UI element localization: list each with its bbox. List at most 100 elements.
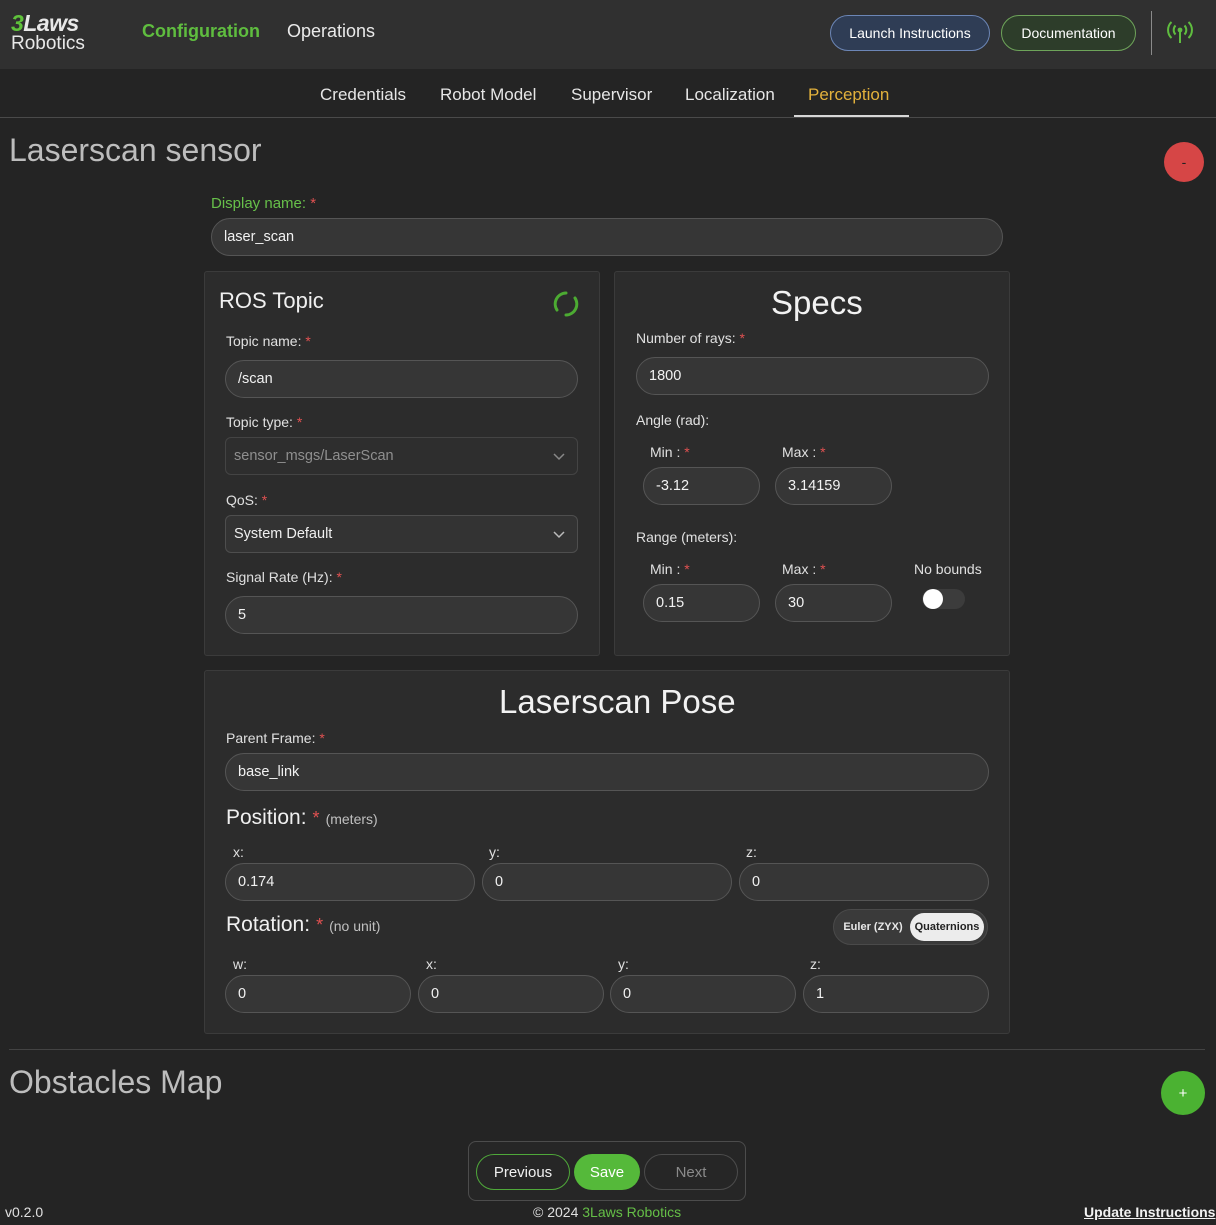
chevron-down-icon <box>553 531 565 539</box>
no-bounds-label: No bounds <box>914 561 982 577</box>
topic-type-value: sensor_msgs/LaserScan <box>234 448 394 464</box>
rotation-heading: Rotation: * (no unit) <box>226 913 380 937</box>
nav-configuration[interactable]: Configuration <box>142 21 260 42</box>
documentation-button[interactable]: Documentation <box>1001 15 1136 51</box>
antenna-signal-icon[interactable] <box>1167 19 1193 45</box>
remove-sensor-button[interactable]: - <box>1164 142 1204 182</box>
range-min-label-text: Min : <box>650 561 681 577</box>
topic-name-label-text: Topic name: <box>226 333 302 349</box>
tab-localization[interactable]: Localization <box>685 85 775 105</box>
required-mark: * <box>820 444 826 460</box>
required-mark: * <box>820 561 826 577</box>
qos-select[interactable]: System Default <box>225 515 578 553</box>
topic-type-label: Topic type: * <box>226 414 302 430</box>
copyright-text: © 2024 <box>533 1204 579 1220</box>
qos-value: System Default <box>234 526 333 542</box>
rotation-label: Rotation: <box>226 913 311 936</box>
launch-instructions-button[interactable]: Launch Instructions <box>830 15 990 51</box>
required-mark: * <box>316 915 324 935</box>
rotation-w-label: w: <box>233 956 247 972</box>
laserscan-section-title: Laserscan sensor <box>9 132 262 168</box>
tab-credentials[interactable]: Credentials <box>320 85 406 105</box>
range-label: Range (meters): <box>636 529 738 545</box>
parent-frame-label: Parent Frame: * <box>226 730 325 746</box>
required-mark: * <box>312 808 320 828</box>
display-name-label: Display name: * <box>211 195 316 212</box>
copyright: © 2024 3Laws Robotics <box>533 1204 681 1220</box>
refresh-icon[interactable] <box>553 291 579 317</box>
qos-label-text: QoS: <box>226 492 258 508</box>
position-z-input[interactable]: 0 <box>739 863 989 901</box>
brand-link[interactable]: 3Laws Robotics <box>582 1204 681 1220</box>
position-x-label: x: <box>233 844 244 860</box>
parent-frame-input[interactable]: base_link <box>225 753 989 791</box>
position-y-label: y: <box>489 844 500 860</box>
euler-option[interactable]: Euler (ZYX) <box>840 913 906 941</box>
update-instructions-link[interactable]: Update Instructions <box>1084 1204 1215 1220</box>
toggle-knob[interactable] <box>923 589 943 609</box>
required-mark: * <box>684 561 690 577</box>
tab-perception[interactable]: Perception <box>808 85 889 105</box>
tab-supervisor[interactable]: Supervisor <box>571 85 652 105</box>
nav-operations[interactable]: Operations <box>287 21 375 42</box>
display-name-label-text: Display name: <box>211 195 307 212</box>
required-mark: * <box>305 333 311 349</box>
display-name-input[interactable]: laser_scan <box>211 218 1003 256</box>
rotation-x-input[interactable]: 0 <box>418 975 604 1013</box>
required-mark: * <box>336 569 342 585</box>
version-text: v0.2.0 <box>5 1204 44 1220</box>
qos-label: QoS: * <box>226 492 267 508</box>
section-divider <box>9 1049 1205 1050</box>
angle-max-input[interactable]: 3.14159 <box>775 467 892 505</box>
topic-name-input[interactable]: /scan <box>225 360 578 398</box>
signal-rate-input[interactable]: 5 <box>225 596 578 634</box>
specs-title: Specs <box>771 284 863 321</box>
rays-label: Number of rays: * <box>636 330 745 346</box>
tab-robot-model[interactable]: Robot Model <box>440 85 536 105</box>
topic-type-select[interactable]: sensor_msgs/LaserScan <box>225 437 578 475</box>
angle-min-label: Min : * <box>650 444 690 460</box>
position-y-input[interactable]: 0 <box>482 863 732 901</box>
pose-title: Laserscan Pose <box>499 683 736 720</box>
signal-rate-label-text: Signal Rate (Hz): <box>226 569 333 585</box>
required-mark: * <box>261 492 268 508</box>
rotation-y-input[interactable]: 0 <box>610 975 796 1013</box>
rotation-w-input[interactable]: 0 <box>225 975 411 1013</box>
active-tab-indicator <box>794 115 909 117</box>
quaternions-option[interactable]: Quaternions <box>910 913 984 941</box>
rotation-y-label: y: <box>618 956 629 972</box>
angle-max-label: Max : * <box>782 444 826 460</box>
range-max-input[interactable]: 30 <box>775 584 892 622</box>
tabs-divider <box>0 117 1216 118</box>
rotation-unit: (no unit) <box>329 918 381 934</box>
angle-min-input[interactable]: -3.12 <box>643 467 760 505</box>
required-mark: * <box>310 195 317 212</box>
add-obstacles-button[interactable]: + <box>1161 1071 1205 1115</box>
logo-text-bottom: Robotics <box>11 33 85 54</box>
range-min-input[interactable]: 0.15 <box>643 584 760 622</box>
position-label: Position: <box>226 806 307 829</box>
topic-type-label-text: Topic type: <box>226 414 293 430</box>
position-x-input[interactable]: 0.174 <box>225 863 475 901</box>
required-mark: * <box>739 330 745 346</box>
rays-label-text: Number of rays: <box>636 330 736 346</box>
position-unit: (meters) <box>325 811 378 827</box>
ros-topic-title: ROS Topic <box>219 288 324 313</box>
next-button[interactable]: Next <box>644 1154 738 1190</box>
signal-rate-label: Signal Rate (Hz): * <box>226 569 342 585</box>
range-min-label: Min : * <box>650 561 690 577</box>
required-mark: * <box>296 414 303 430</box>
obstacles-section-title: Obstacles Map <box>9 1064 223 1100</box>
angle-max-label-text: Max : <box>782 444 817 460</box>
header-divider <box>1151 11 1152 55</box>
rotation-x-label: x: <box>426 956 437 972</box>
rotation-z-label: z: <box>810 956 821 972</box>
rays-input[interactable]: 1800 <box>636 357 989 395</box>
rotation-z-input[interactable]: 1 <box>803 975 989 1013</box>
chevron-down-icon <box>553 453 565 461</box>
previous-button[interactable]: Previous <box>476 1154 570 1190</box>
save-button[interactable]: Save <box>574 1154 640 1190</box>
range-max-label: Max : * <box>782 561 826 577</box>
position-z-label: z: <box>746 844 757 860</box>
range-max-label-text: Max : <box>782 561 817 577</box>
